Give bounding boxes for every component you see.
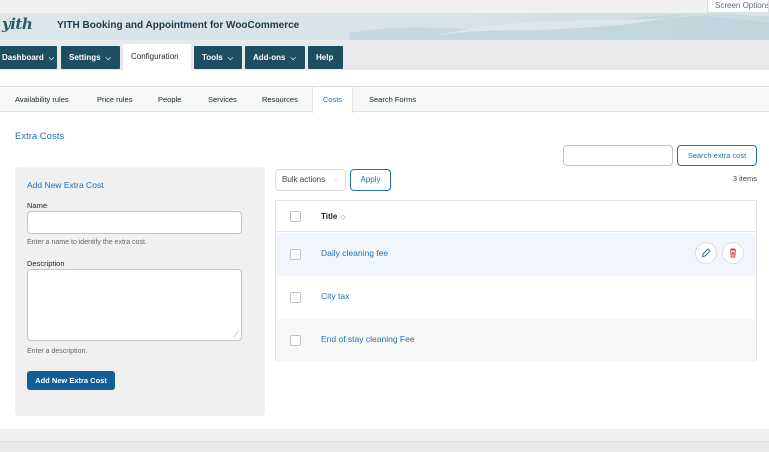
chevron-down-icon: ⌵ [290,55,296,62]
nav-label: Settings [69,53,101,62]
banner-wave-decoration [349,13,769,40]
name-label: Name [27,201,48,210]
table-row: End of stay cleaning Fee [276,319,756,362]
tab-services[interactable]: Services [208,87,237,112]
items-count: 3 items [732,174,757,183]
select-all-checkbox[interactable] [290,211,301,222]
bulk-actions-value: Bulk actions [282,175,326,184]
row-title-link[interactable]: City tax [321,291,349,301]
apply-button[interactable]: Apply [350,169,391,191]
delete-button[interactable] [723,243,743,263]
description-label: Description [27,259,65,268]
table-row: Daily cleaning fee [276,233,756,276]
nav-label: Tools [202,53,223,62]
content-top-strip [0,70,769,86]
resize-handle-icon[interactable]: ⟋ [233,330,239,340]
row-checkbox[interactable] [290,292,301,303]
nav-settings[interactable]: Settings ⌵ [61,46,120,69]
nav-label: Help [316,53,334,62]
plugin-banner: yith YITH Booking and Appointment for Wo… [0,13,769,40]
row-checkbox[interactable] [290,249,301,260]
add-extra-cost-button[interactable]: Add New Extra Cost [27,371,115,390]
form-title: Add New Extra Cost [27,180,104,190]
sort-icon: ◇ [340,214,346,221]
description-field[interactable]: ⟋ [27,269,242,341]
column-title-header[interactable]: Title ◇ [321,212,346,221]
row-title-link[interactable]: Daily cleaning fee [321,248,388,258]
chevron-down-icon: ⌵ [48,55,55,62]
pencil-icon [701,248,711,258]
tab-search-forms[interactable]: Search Forms [369,87,416,112]
tab-people[interactable]: People [158,87,181,112]
name-hint: Enter a name to identify the extra cost. [27,239,147,246]
page-title: Extra Costs [15,131,65,142]
chevron-down-icon: ⌵ [105,55,111,62]
nav-label: Add-ons [253,53,286,62]
trash-icon [730,248,736,258]
nav-label: Configuration [131,52,179,61]
tab-price-rules[interactable]: Price rules [97,87,132,112]
nav-configuration[interactable]: Configuration [123,44,191,70]
plugin-title: YITH Booking and Appointment for WooComm… [57,20,300,31]
search-button[interactable]: Search extra cost [677,145,757,166]
name-field[interactable] [27,211,242,234]
description-hint: Enter a description. [27,348,88,355]
table-row: City tax [276,276,756,319]
yith-logo: yith [2,15,33,33]
subtabs: Availability rules Price rules People Se… [0,87,769,113]
extra-costs-table: Title ◇ Daily cleaning fee City tax End o… [275,200,757,362]
nav-tools[interactable]: Tools ⌵ [194,46,242,69]
search-input[interactable] [563,145,673,166]
bulk-actions-select[interactable]: Bulk actions ⌵ [275,169,346,191]
footer-bar [0,441,769,452]
nav-help[interactable]: Help [308,46,343,69]
edit-button[interactable] [696,243,716,263]
row-checkbox[interactable] [290,335,301,346]
column-title-label: Title [321,212,338,221]
content-panel: Availability rules Price rules People Se… [0,86,769,429]
nav-label: Dashboard [2,53,44,62]
chevron-down-icon: ⌵ [227,55,234,62]
row-title-link[interactable]: End of stay cleaning Fee [321,334,415,344]
screen-options-toggle[interactable]: Screen Options [707,0,769,13]
table-header: Title ◇ [276,201,756,232]
tab-availability-rules[interactable]: Availability rules [15,87,69,112]
nav-dashboard[interactable]: Dashboard ⌵ [0,46,57,69]
main-nav: Dashboard ⌵ Settings ⌵ Configuration Tools… [0,40,769,70]
tab-resources[interactable]: Resources [262,87,298,112]
add-extra-cost-form: Add New Extra Cost Name Enter a name to … [15,167,265,416]
nav-add-ons[interactable]: Add-ons ⌵ [245,46,305,69]
tab-costs[interactable]: Costs [312,87,353,113]
chevron-down-icon: ⌵ [333,176,339,183]
